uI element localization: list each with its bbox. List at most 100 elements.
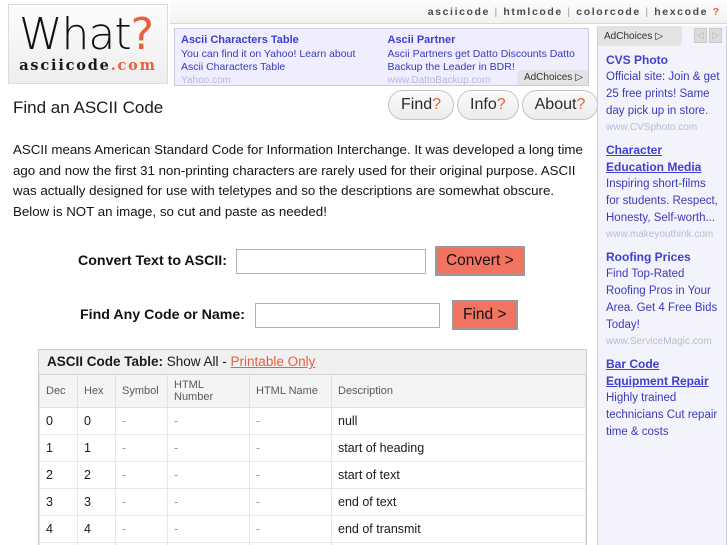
cell-html-name: -	[249, 407, 332, 435]
ad-title[interactable]: Roofing Prices	[606, 249, 720, 266]
ad-url: www.makeyouthink.com	[606, 229, 714, 240]
nav-link-colorcode[interactable]: colorcode	[576, 6, 641, 18]
cell-description: null	[331, 407, 586, 435]
logo-text-what: What	[19, 8, 132, 60]
cell-hex: 3	[77, 488, 116, 516]
cell-description: start of heading	[331, 434, 586, 462]
question-mark-icon: ?	[432, 96, 442, 113]
site-logo[interactable]: What? asciicode.com	[8, 4, 168, 84]
table-caption-showall: Show All -	[163, 354, 231, 369]
table-header-row: Dec Hex Symbol HTML Number HTML Name Des…	[39, 375, 586, 408]
adchoices-button-top[interactable]: AdChoices ▷	[516, 70, 588, 85]
find-text-input[interactable]	[255, 302, 441, 328]
logo-wordmark: What?	[19, 12, 154, 56]
cell-dec: 1	[39, 434, 78, 462]
find-form-row: Find Any Code or Name: Find >	[80, 300, 518, 330]
intro-paragraph: ASCII means American Standard Code for I…	[13, 142, 583, 219]
question-mark-icon: ?	[496, 96, 506, 113]
cell-html-name: -	[249, 461, 332, 489]
adchoices-triangle-icon: ▷	[655, 30, 664, 42]
ascii-code-table-container: ASCII Code Table: Show All - Printable O…	[38, 349, 587, 545]
ad-body: Highly trained technicians Cut repair ti…	[606, 392, 718, 438]
table-row: 1 1 - - - start of heading	[39, 434, 586, 462]
logo-domain-name: asciicode	[19, 56, 111, 74]
section-tabs: Find? Info? About?	[388, 90, 599, 120]
table-row: 2 2 - - - start of text	[39, 461, 586, 489]
tab-about[interactable]: About?	[521, 90, 599, 120]
ad-url: Yahoo.com	[181, 75, 231, 85]
logo-domain-tld: .com	[110, 56, 157, 74]
tab-find[interactable]: Find?	[388, 90, 455, 120]
column-header-dec[interactable]: Dec	[39, 375, 78, 408]
cell-symbol: -	[115, 434, 168, 462]
convert-text-input[interactable]	[235, 248, 426, 274]
page-root: asciicode | htmlcode | colorcode | hexco…	[0, 0, 727, 545]
nav-link-hexcode[interactable]: hexcode	[654, 6, 708, 18]
ad-title[interactable]: Character Education Media	[606, 142, 720, 176]
tab-info-label: Info	[470, 96, 497, 113]
next-ad-arrow-icon[interactable]: ▷	[709, 28, 722, 43]
column-header-html-number[interactable]: HTML Number	[167, 375, 250, 408]
tab-about-label: About	[534, 96, 577, 113]
ad-title[interactable]: Bar Code Equipment Repair	[606, 356, 720, 390]
tab-info[interactable]: Info?	[457, 90, 519, 120]
top-nav-links: asciicode | htmlcode | colorcode | hexco…	[428, 6, 719, 18]
sidebar-ad-1[interactable]: CVS Photo Official site: Join & get 25 f…	[598, 46, 726, 136]
sidebar-ad-4[interactable]: Bar Code Equipment Repair Highly trained…	[598, 350, 726, 441]
page-title: Find an ASCII Code	[13, 98, 164, 117]
column-header-symbol[interactable]: Symbol	[115, 375, 168, 408]
cell-html-number: -	[167, 434, 250, 462]
ad-url: www.CVSphoto.com	[606, 122, 698, 133]
adchoices-label: AdChoices	[604, 30, 653, 42]
column-header-description[interactable]: Description	[331, 375, 586, 408]
nav-link-asciicode[interactable]: asciicode	[428, 6, 490, 18]
convert-form-row: Convert Text to ASCII: Convert >	[78, 246, 525, 276]
nav-link-htmlcode[interactable]: htmlcode	[503, 6, 562, 18]
logo-question-mark-icon: ?	[130, 8, 154, 60]
adchoices-triangle-icon: ▷	[575, 72, 583, 83]
cell-symbol: -	[115, 407, 168, 435]
cell-html-name: -	[249, 434, 332, 462]
cell-hex: 0	[77, 407, 116, 435]
top-ad-1[interactable]: Ascii Characters Table You can find it o…	[175, 29, 382, 85]
ad-url: www.ServiceMagic.com	[606, 336, 712, 347]
cell-html-name: -	[249, 488, 332, 516]
cell-dec: 2	[39, 461, 78, 489]
cell-description: start of text	[331, 461, 586, 489]
sidebar-ad-2[interactable]: Character Education Media Inspiring shor…	[598, 136, 726, 243]
convert-label: Convert Text to ASCII:	[78, 253, 227, 269]
column-header-html-name[interactable]: HTML Name	[249, 375, 332, 408]
convert-button[interactable]: Convert >	[434, 246, 525, 276]
adchoices-button-sidebar[interactable]: AdChoices ▷	[598, 26, 682, 46]
cell-dec: 0	[39, 407, 78, 435]
cell-hex: 4	[77, 515, 116, 543]
adchoices-label: AdChoices	[523, 72, 573, 83]
printable-only-link[interactable]: Printable Only	[231, 354, 316, 369]
cell-html-number: -	[167, 515, 250, 543]
sidebar-ad-pager: ◁ ▷	[694, 28, 722, 43]
top-ad-banner: Ascii Characters Table You can find it o…	[174, 28, 589, 86]
find-label: Find Any Code or Name:	[80, 307, 246, 323]
prev-ad-arrow-icon[interactable]: ◁	[694, 28, 707, 43]
column-header-hex[interactable]: Hex	[77, 375, 116, 408]
ad-title[interactable]: Ascii Partner	[388, 33, 583, 47]
sidebar-ad-3[interactable]: Roofing Prices Find Top-Rated Roofing Pr…	[598, 243, 726, 350]
cell-html-name: -	[249, 515, 332, 543]
ascii-code-table: Dec Hex Symbol HTML Number HTML Name Des…	[39, 375, 586, 545]
table-row: 0 0 - - - null	[39, 407, 586, 435]
cell-html-number: -	[167, 461, 250, 489]
cell-dec: 3	[39, 488, 78, 516]
question-mark-icon: ?	[712, 5, 719, 18]
right-ad-sidebar: AdChoices ▷ ◁ ▷ CVS Photo Official site:…	[597, 26, 727, 545]
find-button[interactable]: Find >	[452, 300, 518, 330]
ad-title[interactable]: CVS Photo	[606, 52, 720, 69]
cell-dec: 4	[39, 515, 78, 543]
tab-find-label: Find	[401, 96, 433, 113]
nav-separator: |	[567, 5, 572, 18]
cell-html-number: -	[167, 488, 250, 516]
ad-title[interactable]: Ascii Characters Table	[181, 33, 376, 47]
nav-separator: |	[645, 5, 650, 18]
table-caption: ASCII Code Table: Show All - Printable O…	[39, 350, 586, 375]
ad-body: Official site: Join & get 25 free prints…	[606, 71, 720, 117]
ad-body: Inspiring short-films for students. Resp…	[606, 178, 718, 224]
